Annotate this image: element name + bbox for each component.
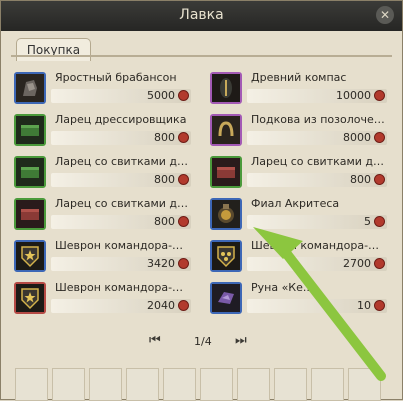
coin-icon (374, 132, 385, 143)
item-name: Ларец со свитками дрессир.. (251, 155, 385, 168)
item-price: 3420 (147, 257, 175, 270)
coin-icon (374, 174, 385, 185)
green-chest-icon (14, 114, 46, 146)
shop-item[interactable]: Ларец со свитками дрессир.. 800 (205, 153, 389, 191)
coin-icon (178, 90, 189, 101)
tab-buy[interactable]: Покупка (16, 38, 91, 61)
inventory-slot[interactable] (348, 368, 381, 401)
dog-armor-icon (14, 72, 46, 104)
item-price: 10 (357, 299, 371, 312)
green-chest-icon (14, 156, 46, 188)
item-price: 5000 (147, 89, 175, 102)
coin-icon (374, 90, 385, 101)
price-bar: 2040 (51, 299, 191, 313)
rune-icon (210, 282, 242, 314)
item-name: Фиал Акритеса (251, 197, 340, 210)
chevron-captain-icon (210, 240, 242, 272)
item-name: Шеврон командора-протек.. (55, 239, 189, 252)
tab-divider (11, 55, 392, 57)
price-bar: 10000 (247, 89, 387, 103)
item-price: 800 (154, 131, 175, 144)
price-bar: 10 (247, 299, 387, 313)
window-title: Лавка (179, 7, 224, 23)
item-name: Ларец со свитками дрессир.. (55, 197, 189, 210)
coin-icon (178, 216, 189, 227)
item-price: 8000 (343, 131, 371, 144)
item-name: Шеврон командора-лейтен.. (55, 281, 189, 294)
item-price: 2700 (343, 257, 371, 270)
item-price: 10000 (336, 89, 371, 102)
price-bar: 800 (51, 215, 191, 229)
price-bar: 800 (51, 173, 191, 187)
item-name: Ларец дрессировщика (55, 113, 187, 126)
inventory-slot[interactable] (237, 368, 270, 401)
inventory-slot[interactable] (15, 368, 48, 401)
chevron-lieutenant-icon (14, 282, 46, 314)
item-name: Шеврон командора-капитана (251, 239, 385, 252)
shop-item[interactable]: Древний компас 10000 (205, 69, 389, 107)
shop-item[interactable]: Шеврон командора-протек.. 3420 (9, 237, 193, 275)
coin-icon (374, 258, 385, 269)
first-page-icon[interactable]: ⏮ (149, 333, 161, 349)
price-bar: 5 (247, 215, 387, 229)
horseshoe-icon (210, 114, 242, 146)
inventory-slot[interactable] (200, 368, 233, 401)
shop-item[interactable]: Яростный брабансон 5000 (9, 69, 193, 107)
items-grid: Яростный брабансон 5000 Древний компас 1… (9, 61, 395, 361)
inventory-slot[interactable] (89, 368, 122, 401)
shop-item[interactable]: Ларец со свитками дрессир.. 800 (9, 195, 193, 233)
title-bar[interactable]: Лавка ✕ (1, 1, 402, 31)
coin-icon (374, 216, 385, 227)
shop-item[interactable]: Ларец дрессировщика 800 (9, 111, 193, 149)
item-name: Древний компас (251, 71, 347, 84)
inventory-slot[interactable] (126, 368, 159, 401)
item-name: Руна «Ке..» (251, 281, 317, 294)
inventory-slot[interactable] (163, 368, 196, 401)
item-name: Яростный брабансон (55, 71, 177, 84)
inventory-slot[interactable] (52, 368, 85, 401)
item-price: 800 (350, 173, 371, 186)
coin-icon (178, 258, 189, 269)
shop-item[interactable]: Шеврон командора-капитана 2700 (205, 237, 389, 275)
price-bar: 5000 (51, 89, 191, 103)
price-bar: 2700 (247, 257, 387, 271)
shop-item[interactable]: Ларец со свитками дрессир.. 800 (9, 153, 193, 191)
red-chest-icon (14, 198, 46, 230)
shop-window: Лавка ✕ Покупка Яростный брабансон 5000 … (0, 0, 403, 401)
close-icon[interactable]: ✕ (376, 6, 394, 24)
shop-item[interactable]: Подкова из позолоченной с.. 8000 (205, 111, 389, 149)
item-name: Подкова из позолоченной с.. (251, 113, 385, 126)
inventory-slots (15, 368, 391, 401)
shop-item[interactable]: Шеврон командора-лейтен.. 2040 (9, 279, 193, 317)
price-bar: 800 (51, 131, 191, 145)
shop-item[interactable]: Фиал Акритеса 5 (205, 195, 389, 233)
compass-icon (210, 72, 242, 104)
price-bar: 8000 (247, 131, 387, 145)
price-bar: 800 (247, 173, 387, 187)
item-price: 5 (364, 215, 371, 228)
inventory-slot[interactable] (274, 368, 307, 401)
coin-icon (178, 132, 189, 143)
item-name: Ларец со свитками дрессир.. (55, 155, 189, 168)
vial-icon (210, 198, 242, 230)
item-price: 800 (154, 173, 175, 186)
shop-item[interactable]: Руна «Ке..» 10 (205, 279, 389, 317)
item-price: 800 (154, 215, 175, 228)
item-price: 2040 (147, 299, 175, 312)
red-chest-icon (210, 156, 242, 188)
coin-icon (178, 174, 189, 185)
price-bar: 3420 (51, 257, 191, 271)
inventory-slot[interactable] (311, 368, 344, 401)
chevron-protector-icon (14, 240, 46, 272)
page-indicator: 1/4 (194, 335, 212, 348)
coin-icon (178, 300, 189, 311)
last-page-icon[interactable]: ⏭ (235, 333, 247, 349)
pagination: ⏮ 1/4 ⏭ (1, 333, 403, 353)
coin-icon (374, 300, 385, 311)
